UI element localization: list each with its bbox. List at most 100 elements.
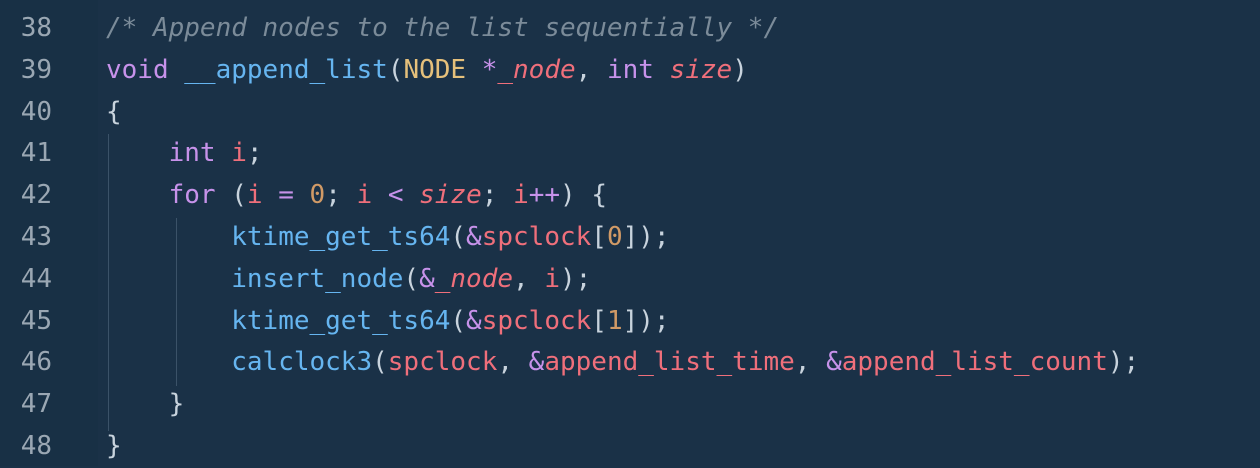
code-token-var: i: [544, 263, 560, 294]
line-number: 38: [20, 13, 52, 43]
code-token-punct: (: [450, 305, 467, 336]
code-token-func: ktime_get_ts64: [231, 305, 451, 336]
code-token-op: &: [419, 263, 435, 294]
code-token-punct: [: [591, 305, 607, 336]
code-token-func: calclock3: [231, 347, 373, 378]
line-number: 47: [20, 389, 52, 420]
code-token-comment: /* Append nodes to the list sequentially…: [106, 13, 780, 43]
code-token-punct: ;: [325, 180, 357, 211]
code-token-punct: [169, 55, 185, 85]
code-text[interactable]: }: [106, 384, 185, 426]
code-token-punct: ,: [575, 54, 607, 85]
code-token-type: NODE: [403, 54, 467, 85]
code-line[interactable]: 48}: [0, 426, 1260, 468]
code-token-punct: (: [215, 180, 247, 211]
code-token-punct: [294, 180, 310, 210]
code-token-op: &: [528, 347, 545, 378]
code-token-var: i: [246, 180, 263, 211]
line-number: 46: [20, 347, 52, 378]
line-number: 40: [20, 96, 52, 127]
code-text[interactable]: ktime_get_ts64(&spclock[0]);: [106, 217, 669, 259]
code-token-punct: [372, 180, 388, 210]
code-area[interactable]: 38 /* Append nodes to the list sequential…: [0, 8, 1260, 468]
code-text[interactable]: }: [106, 426, 122, 468]
code-line[interactable]: 39 void __append_list(NODE *_node, int si…: [0, 50, 1260, 92]
code-editor[interactable]: 38 /* Append nodes to the list sequential…: [0, 0, 1260, 466]
code-token-var: i: [356, 180, 373, 211]
code-token-var: spclock: [481, 221, 592, 252]
code-token-op: ++: [528, 180, 561, 211]
code-token-keyword: int: [606, 54, 654, 85]
code-token-punct: ;: [481, 180, 514, 211]
code-line[interactable]: 47 }: [0, 384, 1260, 426]
code-token-param: size: [419, 180, 482, 211]
code-token-punct: [263, 180, 279, 210]
code-text[interactable]: {: [106, 92, 122, 134]
code-line[interactable]: 44 insert_node(&_node, i);: [0, 259, 1260, 301]
code-token-func: __append_list: [184, 54, 388, 85]
code-token-num: 0: [606, 221, 623, 252]
code-text[interactable]: /* Append nodes to the list sequentially…: [106, 8, 779, 50]
code-token-punct: [466, 55, 482, 85]
line-number: 43: [20, 221, 52, 252]
code-token-punct: ): [732, 54, 748, 85]
code-token-num: 1: [606, 305, 623, 336]
line-number: 48: [20, 430, 52, 461]
code-token-punct: (: [403, 263, 420, 294]
line-number: 39: [20, 54, 52, 85]
code-token-op: <: [387, 180, 404, 211]
code-token-param: _node: [497, 54, 576, 85]
code-line[interactable]: 40 {: [0, 92, 1260, 134]
code-line[interactable]: 42 for (i = 0; i < size; i++) {: [0, 175, 1260, 217]
code-token-punct: [106, 389, 169, 419]
code-line[interactable]: 46 calclock3(spclock, &append_list_time,…: [0, 342, 1260, 384]
line-number: 41: [20, 138, 52, 169]
code-token-punct: ,: [794, 347, 827, 378]
code-token-keyword: for: [168, 180, 216, 211]
code-token-punct: [106, 180, 169, 210]
code-token-punct: ,: [513, 263, 545, 294]
code-token-param: size: [669, 54, 733, 85]
code-token-punct: ]);: [622, 305, 670, 336]
code-token-punct: [106, 306, 231, 336]
code-token-punct: [106, 347, 231, 377]
code-line[interactable]: 38 /* Append nodes to the list sequential…: [0, 8, 1260, 50]
code-token-var: i: [231, 138, 247, 169]
code-token-num: 0: [309, 180, 326, 211]
code-token-punct: [216, 138, 232, 168]
code-token-var: spclock: [387, 347, 498, 378]
code-token-op: &: [466, 221, 482, 252]
code-text[interactable]: calclock3(spclock, &append_list_time, &a…: [106, 342, 1139, 384]
code-text[interactable]: void __append_list(NODE *_node, int size…: [106, 50, 748, 92]
code-token-op: =: [278, 180, 294, 211]
code-token-punct: (: [387, 54, 404, 85]
code-token-op: &: [466, 305, 482, 336]
code-text[interactable]: ktime_get_ts64(&spclock[1]);: [106, 301, 670, 343]
code-text[interactable]: int i;: [106, 133, 263, 175]
code-token-var: append_list_count: [841, 347, 1108, 378]
code-token-var: spclock: [481, 305, 592, 336]
code-text[interactable]: for (i = 0; i < size; i++) {: [106, 175, 607, 217]
code-token-op: *: [481, 54, 498, 85]
code-token-var: i: [513, 180, 529, 211]
code-token-punct: [654, 55, 670, 85]
line-number: 42: [20, 180, 52, 211]
code-token-punct: (: [372, 347, 388, 378]
code-line[interactable]: 45 ktime_get_ts64(&spclock[1]);: [0, 301, 1260, 343]
code-token-punct: [106, 264, 231, 294]
code-token-punct: }: [168, 389, 185, 420]
code-token-punct: ;: [246, 138, 263, 169]
code-token-punct: }: [106, 430, 122, 461]
code-token-punct: [106, 138, 169, 168]
line-number: 44: [20, 263, 52, 294]
code-token-punct: );: [559, 263, 592, 294]
line-number: 45: [20, 305, 52, 336]
code-line[interactable]: 41 int i;: [0, 133, 1260, 175]
code-line[interactable]: 43 ktime_get_ts64(&spclock[0]);: [0, 217, 1260, 259]
code-token-func: ktime_get_ts64: [231, 221, 451, 252]
code-token-punct: [106, 222, 231, 252]
code-token-punct: [403, 180, 419, 210]
code-text[interactable]: insert_node(&_node, i);: [106, 259, 591, 301]
code-token-punct: (: [450, 221, 467, 252]
code-token-punct: ,: [497, 347, 529, 378]
